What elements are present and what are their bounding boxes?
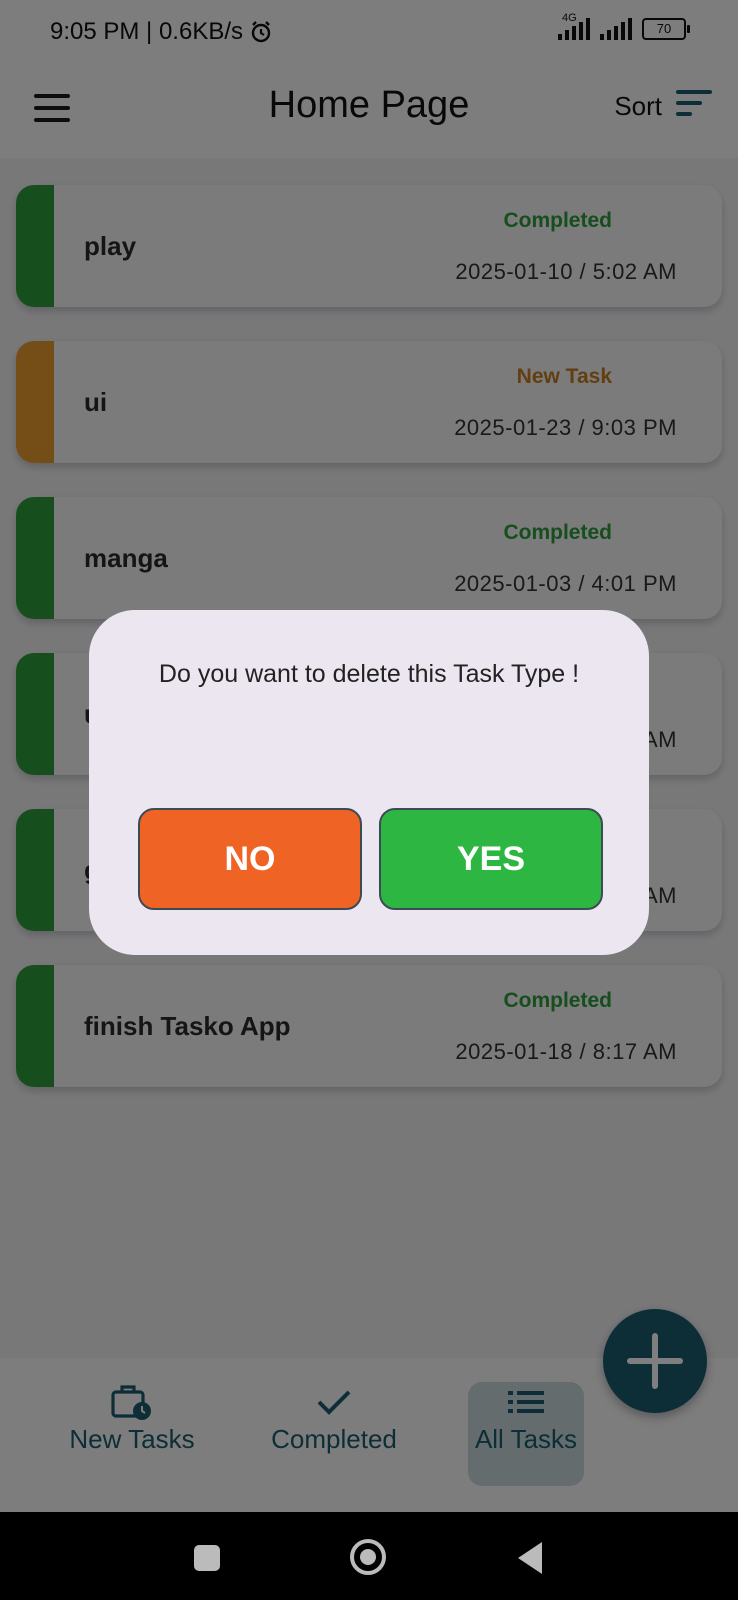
yes-button[interactable]: YES <box>379 808 603 910</box>
delete-confirm-dialog: Do you want to delete this Task Type ! N… <box>89 610 649 955</box>
dialog-message: Do you want to delete this Task Type ! <box>158 660 580 688</box>
back-icon[interactable] <box>518 1542 542 1574</box>
recents-icon[interactable] <box>194 1545 220 1571</box>
system-navigation-bar <box>0 1512 738 1600</box>
home-icon[interactable] <box>350 1539 386 1575</box>
no-button[interactable]: NO <box>138 808 362 910</box>
